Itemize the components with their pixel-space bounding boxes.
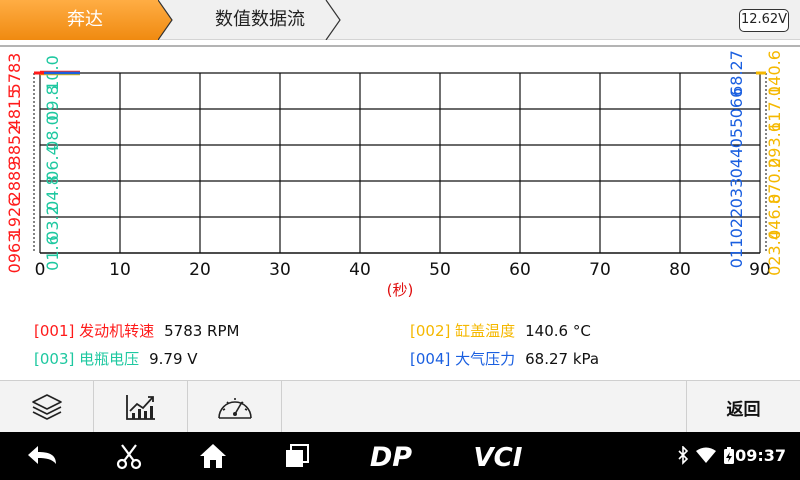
x-tick-label: 80: [669, 260, 691, 280]
right-axis-label-pressure: 68.27: [727, 50, 746, 96]
left-axis-label-rpm: 1926: [5, 197, 24, 238]
left-axis-label-rpm: 2889: [5, 161, 24, 202]
graph-mode-button[interactable]: [94, 381, 188, 433]
layers-icon: [31, 394, 62, 420]
back-button[interactable]: 返回: [686, 381, 800, 433]
line-chart-icon: [125, 395, 155, 420]
vci-label: VCI: [474, 443, 523, 471]
system-nav-bar: DP VCI 09:37: [0, 432, 800, 480]
data-stream-chart: 0 10 20 30 40 50 60 70 80 90(秒)096319262889385248…: [0, 45, 800, 299]
x-tick-label: 40: [349, 260, 371, 280]
legend-value: 5783 RPM: [164, 322, 240, 340]
page-title-tab[interactable]: 数值数据流: [175, 0, 345, 40]
nav-screenshot-button[interactable]: [106, 432, 152, 480]
legend-item-engine-speed[interactable]: [001] 发动机转速 5783 RPM: [34, 320, 239, 341]
legend-item-head-temperature[interactable]: [002] 缸盖温度 140.6 °C: [410, 320, 591, 341]
nav-dp-button[interactable]: DP: [356, 432, 426, 480]
brand-tab[interactable]: 奔达: [0, 0, 180, 40]
battery-charging-icon: [724, 447, 734, 464]
recent-apps-icon: [286, 444, 309, 467]
nav-vci-button[interactable]: VCI: [458, 432, 538, 480]
header-bar: 奔达 数值数据流 12.62V: [0, 0, 800, 40]
battery-voltage-indicator: 12.62V: [739, 9, 789, 32]
right-axis-label-pressure: 033: [727, 178, 746, 209]
status-clock: 09:37: [735, 446, 786, 465]
right-axis-label-pressure: 055: [727, 118, 746, 149]
dp-label: DP: [370, 442, 412, 471]
legend-name: [002] 缸盖温度: [410, 322, 516, 340]
right-axis-label-temperature: 140.6: [765, 50, 784, 96]
x-tick-label: 30: [269, 260, 291, 280]
right-axis-label-pressure: 044: [727, 148, 746, 179]
wifi-icon: [696, 447, 716, 463]
legend-value: 68.27 kPa: [525, 350, 600, 368]
scissors-icon: [116, 444, 142, 470]
legend-name: [003] 电瓶电压: [34, 350, 140, 368]
status-icons: [678, 446, 734, 465]
left-axis-label-rpm: 5783: [5, 53, 24, 94]
layers-button[interactable]: [0, 381, 94, 433]
dp-logo-icon: DP: [370, 442, 412, 471]
bottom-toolbar: 返回: [0, 380, 800, 433]
legend-value: 140.6 °C: [525, 322, 591, 340]
left-axis-label-rpm: 4815: [5, 89, 24, 130]
legend-item-atmospheric-pressure[interactable]: [004] 大气压力 68.27 kPa: [410, 348, 599, 369]
nav-recents-button[interactable]: [274, 432, 320, 480]
back-arrow-icon: [28, 446, 56, 464]
nav-home-button[interactable]: [190, 432, 236, 480]
legend-name: [004] 大气压力: [410, 350, 516, 368]
vci-logo-icon: VCI: [474, 443, 523, 471]
gauge-icon: [217, 398, 252, 419]
x-tick-label: 60: [509, 260, 531, 280]
bluetooth-icon: [678, 446, 689, 465]
legend-item-battery-voltage[interactable]: [003] 电瓶电压 9.79 V: [34, 348, 198, 369]
x-tick-label: 10: [109, 260, 131, 280]
nav-back-button[interactable]: [20, 432, 66, 480]
x-tick-label: 50: [429, 260, 451, 280]
x-tick-label: 70: [589, 260, 611, 280]
legend: [001] 发动机转速 5783 RPM [002] 缸盖温度 140.6 °C […: [0, 318, 800, 380]
right-axis-label-pressure: 022: [727, 208, 746, 239]
left-axis-label-rpm: 0963: [5, 233, 24, 274]
data-stream-panel: 0 10 20 30 40 50 60 70 80 90 (秒) 0963 1926 2889 3852 48…: [0, 40, 800, 380]
legend-value: 9.79 V: [149, 350, 198, 368]
left-axis-label-rpm: 3852: [5, 125, 24, 166]
x-tick-label: 20: [189, 260, 211, 280]
brand-label: 奔达: [67, 9, 103, 30]
gauge-mode-button[interactable]: [188, 381, 282, 433]
right-axis-label-pressure: 011: [727, 238, 746, 269]
legend-name: [001] 发动机转速: [34, 322, 155, 340]
home-icon: [200, 444, 226, 468]
x-axis-label: (秒): [387, 281, 414, 299]
